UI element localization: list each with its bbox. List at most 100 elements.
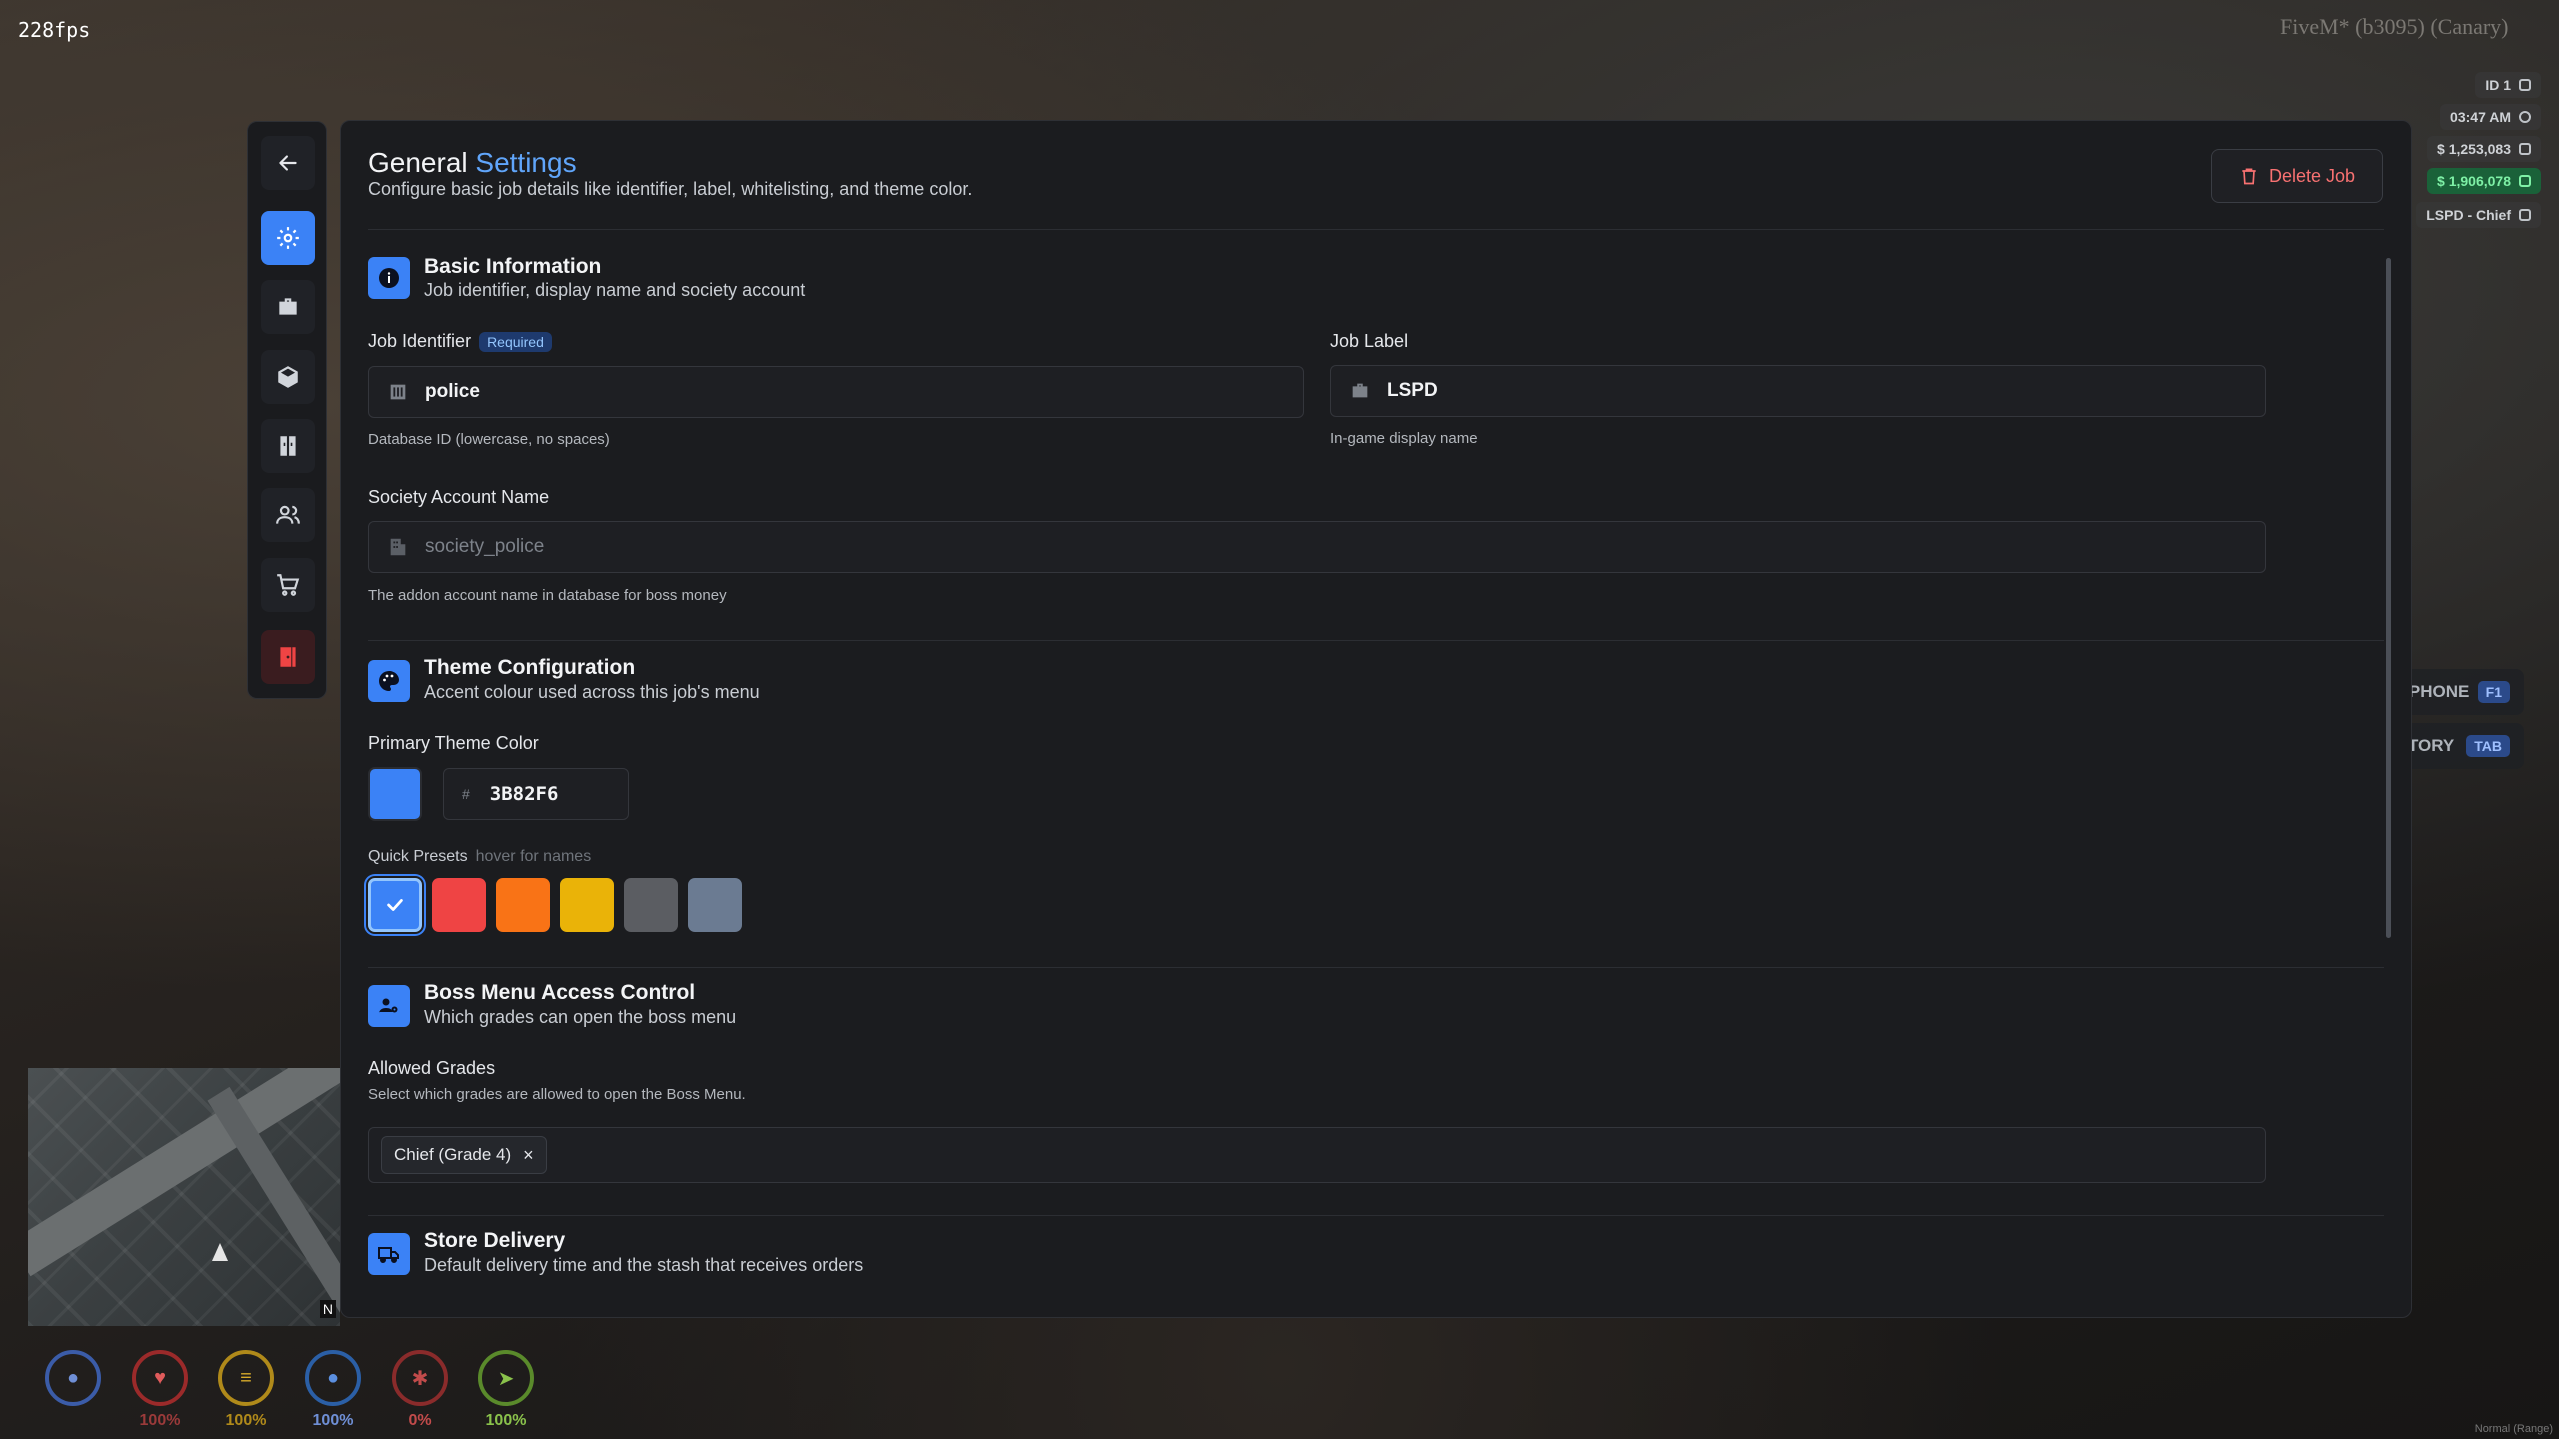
tag-remove-icon[interactable]: × [523, 1145, 534, 1166]
running-icon: ➤ [478, 1350, 534, 1406]
briefcase-icon [2519, 209, 2531, 221]
clock: 03:47 AM [2440, 104, 2541, 130]
side-nav [247, 121, 327, 699]
status-voice: ● [45, 1350, 101, 1412]
section-title-store: Store Delivery [424, 1229, 566, 1252]
header-divider [368, 229, 2384, 230]
nav-store[interactable] [261, 558, 315, 612]
door-icon [280, 647, 296, 667]
clock-text: 03:47 AM [2450, 109, 2511, 125]
microphone-icon: ● [45, 1350, 101, 1406]
player-marker-icon [212, 1243, 228, 1261]
burger-icon: ≡ [218, 1350, 274, 1406]
building-icon [390, 384, 406, 400]
cash-text: $ 1,253,083 [2437, 141, 2511, 157]
job-badge: LSPD - Chief [2416, 202, 2541, 228]
water-drop-icon: ● [305, 1350, 361, 1406]
nav-items[interactable] [261, 350, 315, 404]
preset-yellow[interactable] [560, 878, 614, 932]
society-account-input[interactable]: society_police [368, 521, 2266, 573]
page-title-main: General [368, 147, 468, 178]
required-badge: Required [479, 332, 552, 353]
minimap-north: N [319, 1300, 336, 1318]
id-card-icon [2519, 79, 2531, 91]
nav-lockers[interactable] [261, 419, 315, 473]
allowed-grades-hint: Select which grades are allowed to open … [368, 1086, 746, 1103]
box-icon [278, 366, 298, 388]
minimap: N [28, 1068, 340, 1326]
status-thirst: ● 100% [305, 1350, 361, 1430]
scrollbar-thumb[interactable] [2386, 258, 2391, 938]
heart-icon: ♥ [132, 1350, 188, 1406]
gear-icon [277, 227, 299, 249]
nav-employees[interactable] [261, 488, 315, 542]
job-label-value: LSPD [1387, 380, 1438, 401]
nav-close[interactable] [261, 630, 315, 684]
clock-icon [2519, 111, 2531, 123]
keybind-inventory-key: TAB [2466, 735, 2510, 757]
job-text: LSPD - Chief [2426, 207, 2511, 223]
job-label-input[interactable]: LSPD [1330, 365, 2266, 417]
preset-gray[interactable] [624, 878, 678, 932]
briefcase-icon [279, 298, 297, 315]
job-label-label: Job Label [1330, 331, 1409, 351]
nav-general-settings[interactable] [261, 211, 315, 265]
preset-orange[interactable] [496, 878, 550, 932]
scrollbar-track[interactable] [2386, 258, 2391, 938]
job-label-hint: In-game display name [1330, 430, 1478, 447]
bank-balance: $ 1,906,078 [2427, 168, 2541, 194]
player-id-text: ID 1 [2485, 77, 2511, 93]
player-id: ID 1 [2475, 72, 2541, 98]
society-account-label: Society Account Name [368, 487, 550, 507]
section-title-basic: Basic Information [424, 255, 602, 278]
quick-presets-label: Quick Presets hover for names [368, 848, 591, 866]
allowed-grades-label: Allowed Grades [368, 1058, 496, 1078]
delete-job-label: Delete Job [2268, 165, 2356, 186]
info-icon [368, 257, 410, 299]
page-title-accent: Settings [475, 147, 577, 178]
users-icon [276, 505, 300, 524]
minimap-road [28, 1068, 340, 1277]
preset-slate[interactable] [688, 878, 742, 932]
status-hunger-pct: 100% [225, 1412, 267, 1429]
truck-icon [368, 1233, 410, 1275]
briefcase-icon [1352, 383, 1368, 398]
status-stress: ✱ 0% [392, 1350, 448, 1430]
delete-job-button[interactable]: Delete Job [2211, 149, 2383, 203]
status-hunger: ≡ 100% [218, 1350, 274, 1430]
job-identifier-label-text: Job Identifier [368, 331, 472, 351]
job-identifier-hint: Database ID (lowercase, no spaces) [368, 431, 610, 448]
cash-icon [2519, 143, 2531, 155]
section-divider [368, 1215, 2384, 1216]
status-thirst-pct: 100% [312, 1412, 354, 1429]
brain-icon: ✱ [392, 1350, 448, 1406]
users-cog-icon [368, 985, 410, 1027]
status-health-pct: 100% [139, 1412, 181, 1429]
status-health: ♥ 100% [132, 1350, 188, 1430]
section-title-boss: Boss Menu Access Control [424, 981, 696, 1004]
section-desc-theme: Accent colour used across this job's men… [424, 682, 760, 702]
status-stress-pct: 0% [408, 1412, 432, 1429]
check-icon [387, 899, 403, 911]
primary-color-hex-input[interactable]: # 3B82F6 [443, 768, 629, 820]
primary-color-swatch[interactable] [368, 767, 422, 821]
allowed-grades-select[interactable]: Chief (Grade 4) × [368, 1127, 2266, 1183]
cart-icon [277, 574, 300, 596]
job-identifier-value: police [425, 381, 480, 402]
cash-balance: $ 1,253,083 [2427, 136, 2541, 162]
section-title-theme: Theme Configuration [424, 656, 636, 679]
preset-red[interactable] [432, 878, 486, 932]
back-button[interactable] [261, 136, 315, 190]
keybind-phone-key: F1 [2477, 681, 2510, 703]
bank-text: $ 1,906,078 [2437, 173, 2511, 189]
palette-icon [368, 660, 410, 702]
grade-tag: Chief (Grade 4) × [381, 1136, 547, 1174]
preset-blue[interactable] [368, 878, 422, 932]
page-subtitle: Configure basic job details like identif… [368, 179, 973, 199]
bank-icon [2519, 175, 2531, 187]
society-account-placeholder: society_police [425, 536, 545, 557]
job-identifier-input[interactable]: police [368, 366, 1304, 418]
section-divider [368, 640, 2384, 641]
hex-hash: # [462, 786, 470, 802]
nav-grades[interactable] [261, 280, 315, 334]
